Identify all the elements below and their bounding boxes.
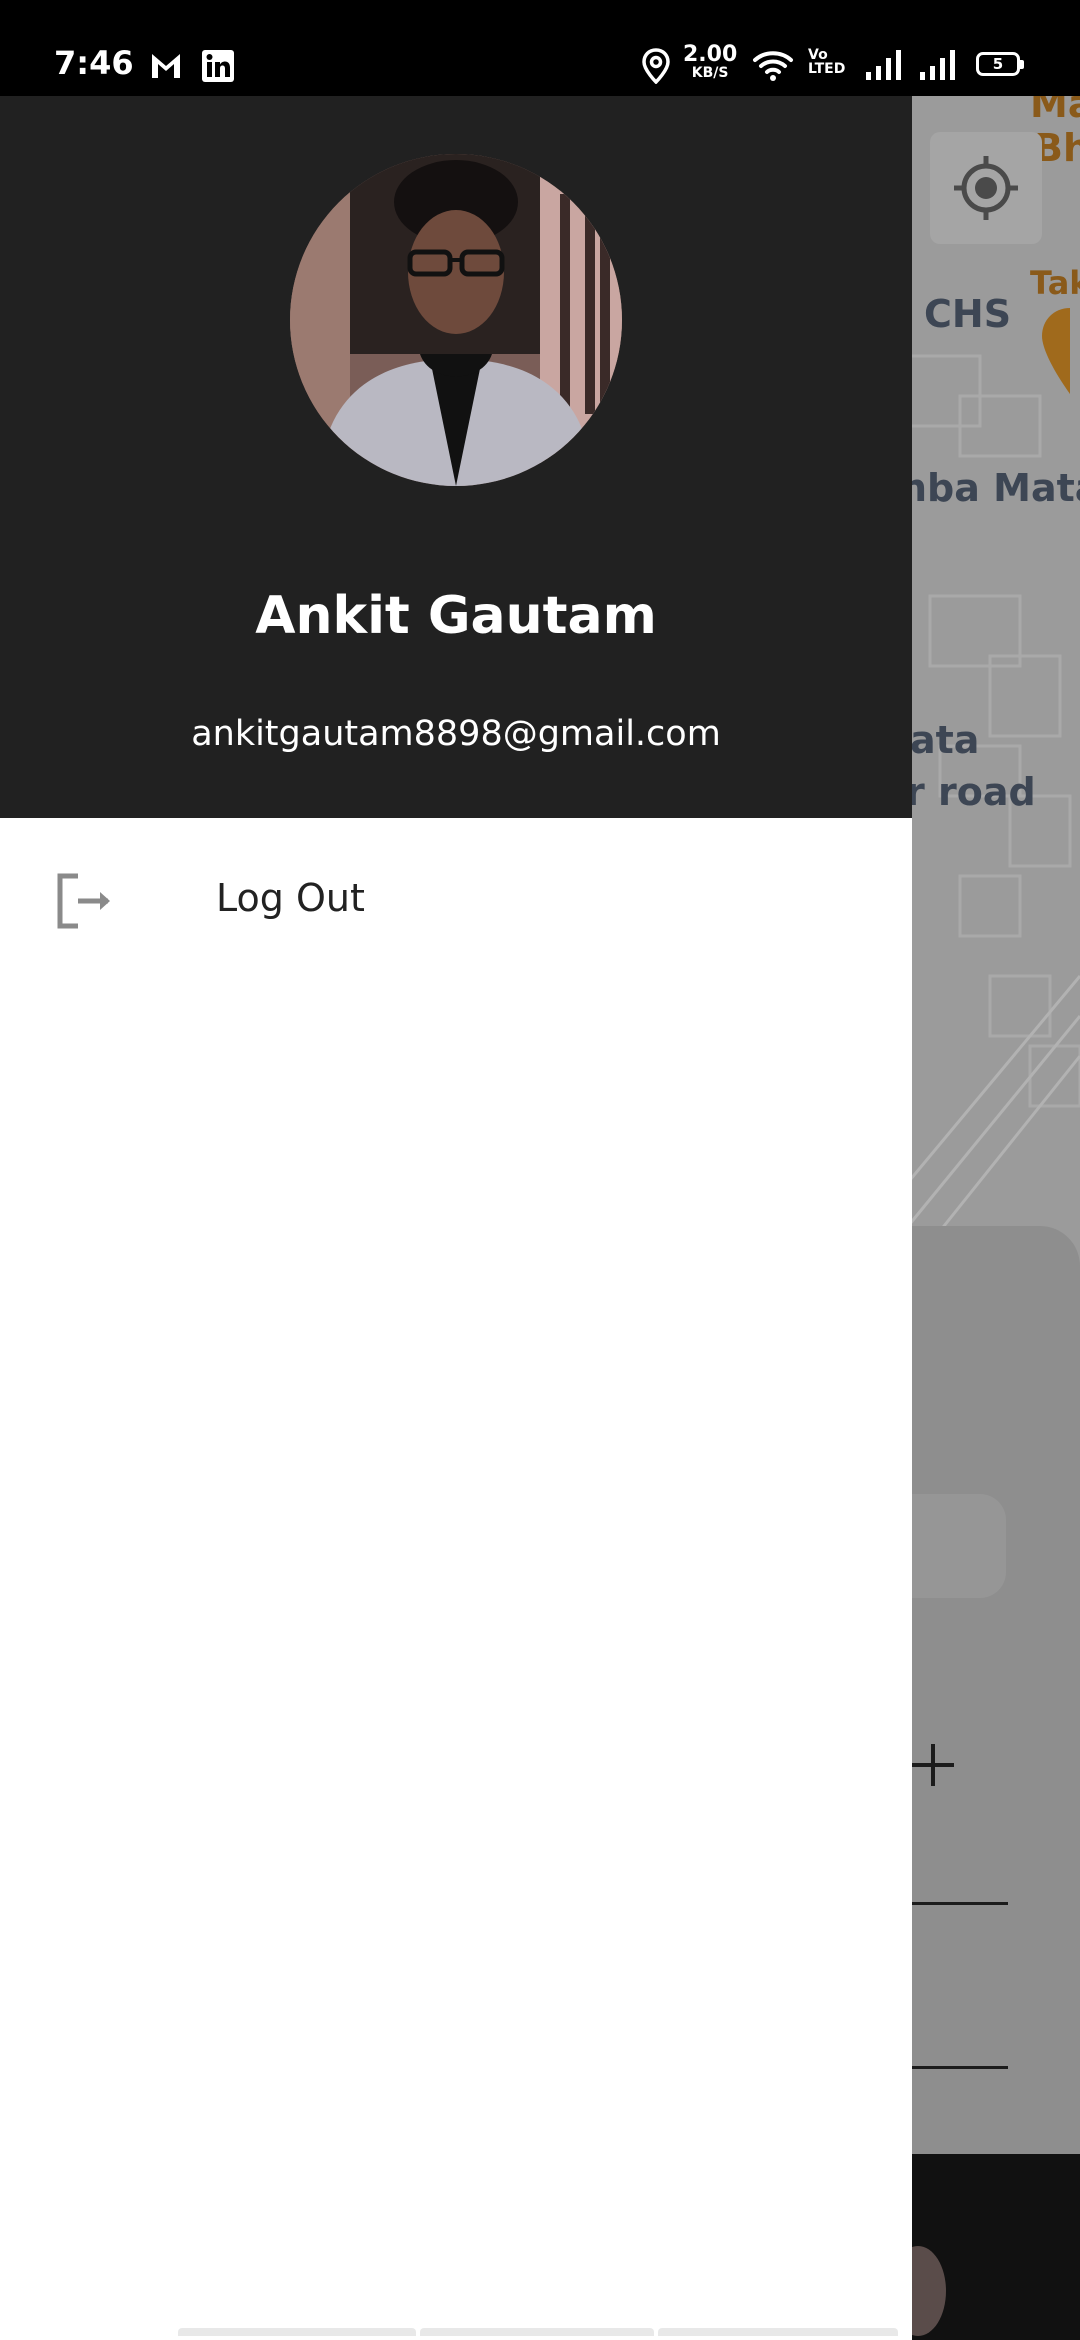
network-speed-value: 2.00 (683, 42, 738, 67)
drawer-tab-1 (178, 2328, 416, 2336)
map-label-road-3: r road (906, 770, 1036, 814)
signal-strength-icon-sim2 (920, 50, 955, 80)
navigation-drawer: Ankit Gautam ankitgautam8898@gmail.com L… (0, 96, 912, 2340)
status-time: 7:46 (54, 44, 134, 82)
restaurant-marker-icon (1042, 308, 1070, 394)
profile-photo (290, 154, 622, 486)
drawer-header: Ankit Gautam ankitgautam8898@gmail.com (0, 96, 912, 818)
drawer-tab-3 (658, 2328, 898, 2336)
battery-indicator: 5 (976, 52, 1024, 76)
wifi-icon (753, 51, 793, 81)
drawer-bottom-tabs (178, 2328, 902, 2340)
profile-name: Ankit Gautam (255, 586, 657, 646)
volte-indicator: Vo LTED (808, 48, 845, 76)
my-location-button[interactable] (930, 132, 1042, 244)
profile-avatar[interactable] (290, 154, 622, 486)
network-speed-unit: KB/S (691, 65, 729, 81)
map-label-road-1: nba Mata (900, 466, 1080, 510)
profile-email: ankitgautam8898@gmail.com (191, 714, 721, 754)
signal-strength-icon-sim1 (866, 50, 901, 80)
gmail-notification-icon (152, 54, 180, 78)
status-bar: 7:46 2.00 KB/S Vo LTED 5 (0, 0, 1080, 96)
menu-item-logout[interactable]: Log Out (0, 818, 912, 986)
volte-top: Vo (808, 47, 828, 63)
linkedin-notification-icon (202, 50, 234, 82)
location-icon (642, 48, 670, 84)
network-speed: 2.00 KB/S (683, 42, 738, 81)
map-label-chs: CHS (924, 292, 1012, 336)
map-label-place: Tak (1030, 264, 1080, 302)
map-label-top-1: Ma (1030, 96, 1080, 126)
logout-icon (57, 873, 110, 929)
app-screen: 7:46 2.00 KB/S Vo LTED 5 M Bh Tak CHS nb… (0, 0, 1080, 2340)
map-label-road-2: ata (910, 718, 980, 762)
drawer-tab-2 (420, 2328, 654, 2336)
volte-bottom: LTED (808, 61, 846, 77)
menu-item-logout-label: Log Out (216, 876, 365, 920)
my-location-icon (954, 156, 1018, 220)
add-icon[interactable] (910, 1742, 956, 1788)
